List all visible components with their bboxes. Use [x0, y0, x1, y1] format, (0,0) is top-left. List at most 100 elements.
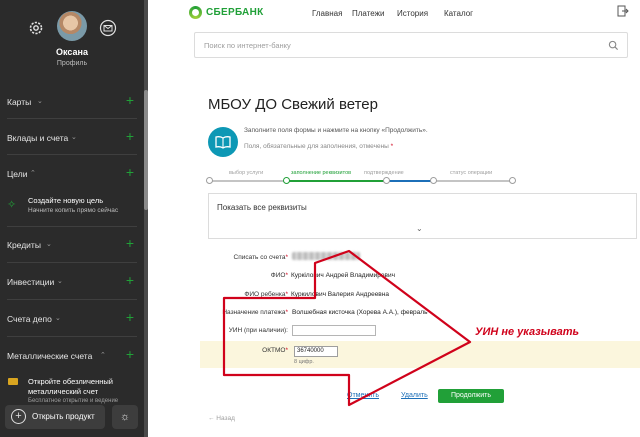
step-label: подтверждение — [364, 170, 404, 176]
user-name[interactable]: Оксана — [0, 47, 144, 57]
purpose-label: Назначение платежа* — [222, 309, 288, 316]
sidebar-item-depo[interactable]: Счета депо ⌄ + — [0, 308, 144, 330]
account-value[interactable] — [292, 252, 360, 260]
sidebar-item-label: Цели — [7, 169, 28, 179]
cancel-link[interactable]: Отменить — [347, 392, 379, 399]
step-dot — [206, 177, 213, 184]
nav-catalog[interactable]: Каталог — [444, 9, 473, 18]
sidebar-scrollbar[interactable] — [144, 0, 148, 437]
divider — [7, 226, 137, 227]
show-all-details-label: Показать все реквизиты — [217, 203, 307, 212]
uin-input[interactable] — [292, 325, 376, 336]
chevron-down-icon: ⌄ — [37, 98, 43, 105]
sidebar-item-label: Вклады и счета — [7, 133, 69, 143]
create-goal-subtitle: Начните копить прямо сейчас — [28, 207, 119, 214]
chevron-up-icon: ⌃ — [30, 170, 36, 177]
step-label: статус операции — [450, 170, 493, 176]
oktmo-input[interactable]: 36740000 — [294, 346, 338, 357]
theme-toggle-button[interactable]: ☼ — [112, 405, 138, 429]
gold-bar-icon — [8, 378, 18, 385]
plus-icon[interactable]: + — [126, 129, 134, 143]
mail-icon[interactable] — [99, 19, 117, 37]
chevron-down-icon: ⌄ — [71, 134, 77, 141]
search-field[interactable]: Поиск по интернет-банку — [194, 32, 628, 58]
divider — [7, 299, 137, 300]
sidebar-item-label: Кредиты — [7, 240, 41, 250]
logo-text: СБЕРБАНК — [206, 7, 264, 18]
progress-stepper — [209, 180, 513, 182]
sidebar-item-cards[interactable]: Карты ⌄ + — [0, 91, 144, 113]
open-product-label: Открыть продукт — [32, 412, 95, 421]
plus-icon[interactable]: + — [126, 236, 134, 250]
sun-icon: ☼ — [119, 411, 131, 423]
profile-link[interactable]: Профиль — [0, 60, 144, 67]
divider — [7, 336, 137, 337]
step-label-active: заполнение реквизитов — [291, 170, 352, 176]
metal-account-promo[interactable]: Откройте обезличенный металлический счет… — [0, 372, 144, 406]
purpose-value: Волшебная кисточка (Хорева А.А.), феврал… — [292, 309, 428, 316]
redacted-account — [292, 252, 360, 260]
fio-value: Куркілович Андрей Владимирович — [291, 272, 395, 279]
chevron-down-icon: ⌄ — [46, 241, 52, 248]
divider — [7, 118, 137, 119]
continue-button[interactable]: Продолжить — [438, 389, 504, 403]
divider — [7, 154, 137, 155]
step-label: выбор услуги — [229, 170, 264, 176]
child-label: ФИО ребенка* — [244, 291, 288, 298]
account-label: Списать со счета* — [233, 254, 289, 261]
chevron-down-icon: ⌄ — [416, 224, 423, 233]
sidebar-item-metal[interactable]: Металлические счета ⌃ + — [0, 345, 144, 367]
oktmo-label: ОКТМО* — [262, 347, 288, 354]
logout-icon[interactable] — [617, 5, 629, 17]
sidebar-item-investments[interactable]: Инвестиции ⌄ + — [0, 271, 144, 293]
sidebar-item-credits[interactable]: Кредиты ⌄ + — [0, 234, 144, 256]
search-icon[interactable] — [608, 40, 619, 51]
delete-link[interactable]: Удалить — [401, 392, 428, 399]
child-value: Куркилович Валерия Андреевна — [291, 291, 389, 298]
scrollbar-thumb[interactable] — [144, 90, 148, 210]
nav-home[interactable]: Главная — [312, 9, 342, 18]
metal-promo-subtitle: Бесплатное открытие и ведение — [28, 398, 119, 404]
book-icon — [208, 127, 238, 157]
sidebar-item-label: Металлические счета — [7, 351, 93, 361]
plus-icon[interactable]: + — [126, 93, 134, 107]
step-dot — [430, 177, 437, 184]
nav-payments[interactable]: Платежи — [352, 9, 384, 18]
gear-icon[interactable] — [27, 19, 45, 37]
avatar[interactable] — [57, 11, 87, 41]
chevron-down-icon: ⌄ — [55, 315, 61, 322]
fio-label: ФИО* — [270, 272, 288, 279]
step-dot — [283, 177, 290, 184]
create-goal[interactable]: ✧ Создайте новую цель Начните копить пря… — [0, 190, 144, 222]
plus-icon[interactable]: + — [126, 273, 134, 287]
form-hint: Заполните поля формы и нажмите на кнопку… — [244, 127, 428, 134]
uin-label: УИН (при наличии): — [228, 327, 288, 334]
oktmo-row — [200, 341, 640, 368]
star-icon: ✧ — [7, 199, 17, 211]
plus-icon[interactable]: + — [126, 310, 134, 324]
sidebar-item-goals[interactable]: Цели ⌃ + — [0, 163, 144, 185]
annotation-arrow — [222, 249, 472, 407]
back-link[interactable]: ← Назад — [208, 415, 235, 422]
plus-icon[interactable]: + — [126, 347, 134, 361]
search-input[interactable]: Поиск по интернет-банку — [204, 41, 291, 50]
uin-annotation-text: УИН не указывать — [475, 326, 580, 338]
page-title: МБОУ ДО Свежий ветер — [208, 96, 378, 113]
metal-promo-title: Откройте обезличенный металлический счет — [28, 377, 113, 396]
chevron-down-icon: ⌄ — [57, 278, 63, 285]
oktmo-hint: 8 цифр. — [294, 359, 314, 365]
sidebar-item-label: Инвестиции — [7, 277, 55, 287]
plus-icon: + — [11, 409, 26, 424]
stepper-current — [386, 180, 433, 182]
sidebar-item-deposits[interactable]: Вклады и счета ⌄ + — [0, 127, 144, 149]
step-dot — [509, 177, 516, 184]
nav-history[interactable]: История — [397, 9, 428, 18]
chevron-up-icon: ⌃ — [100, 352, 106, 359]
required-hint: Поля, обязательные для заполнения, отмеч… — [244, 143, 394, 150]
plus-icon[interactable]: + — [126, 165, 134, 179]
create-goal-title: Создайте новую цель — [28, 196, 104, 205]
open-product-button[interactable]: + Открыть продукт — [5, 405, 105, 429]
divider — [7, 262, 137, 263]
show-all-details[interactable]: Показать все реквизиты ⌄ — [208, 193, 637, 239]
sidebar: Оксана Профиль Карты ⌄ + Вклады и счета … — [0, 0, 144, 437]
